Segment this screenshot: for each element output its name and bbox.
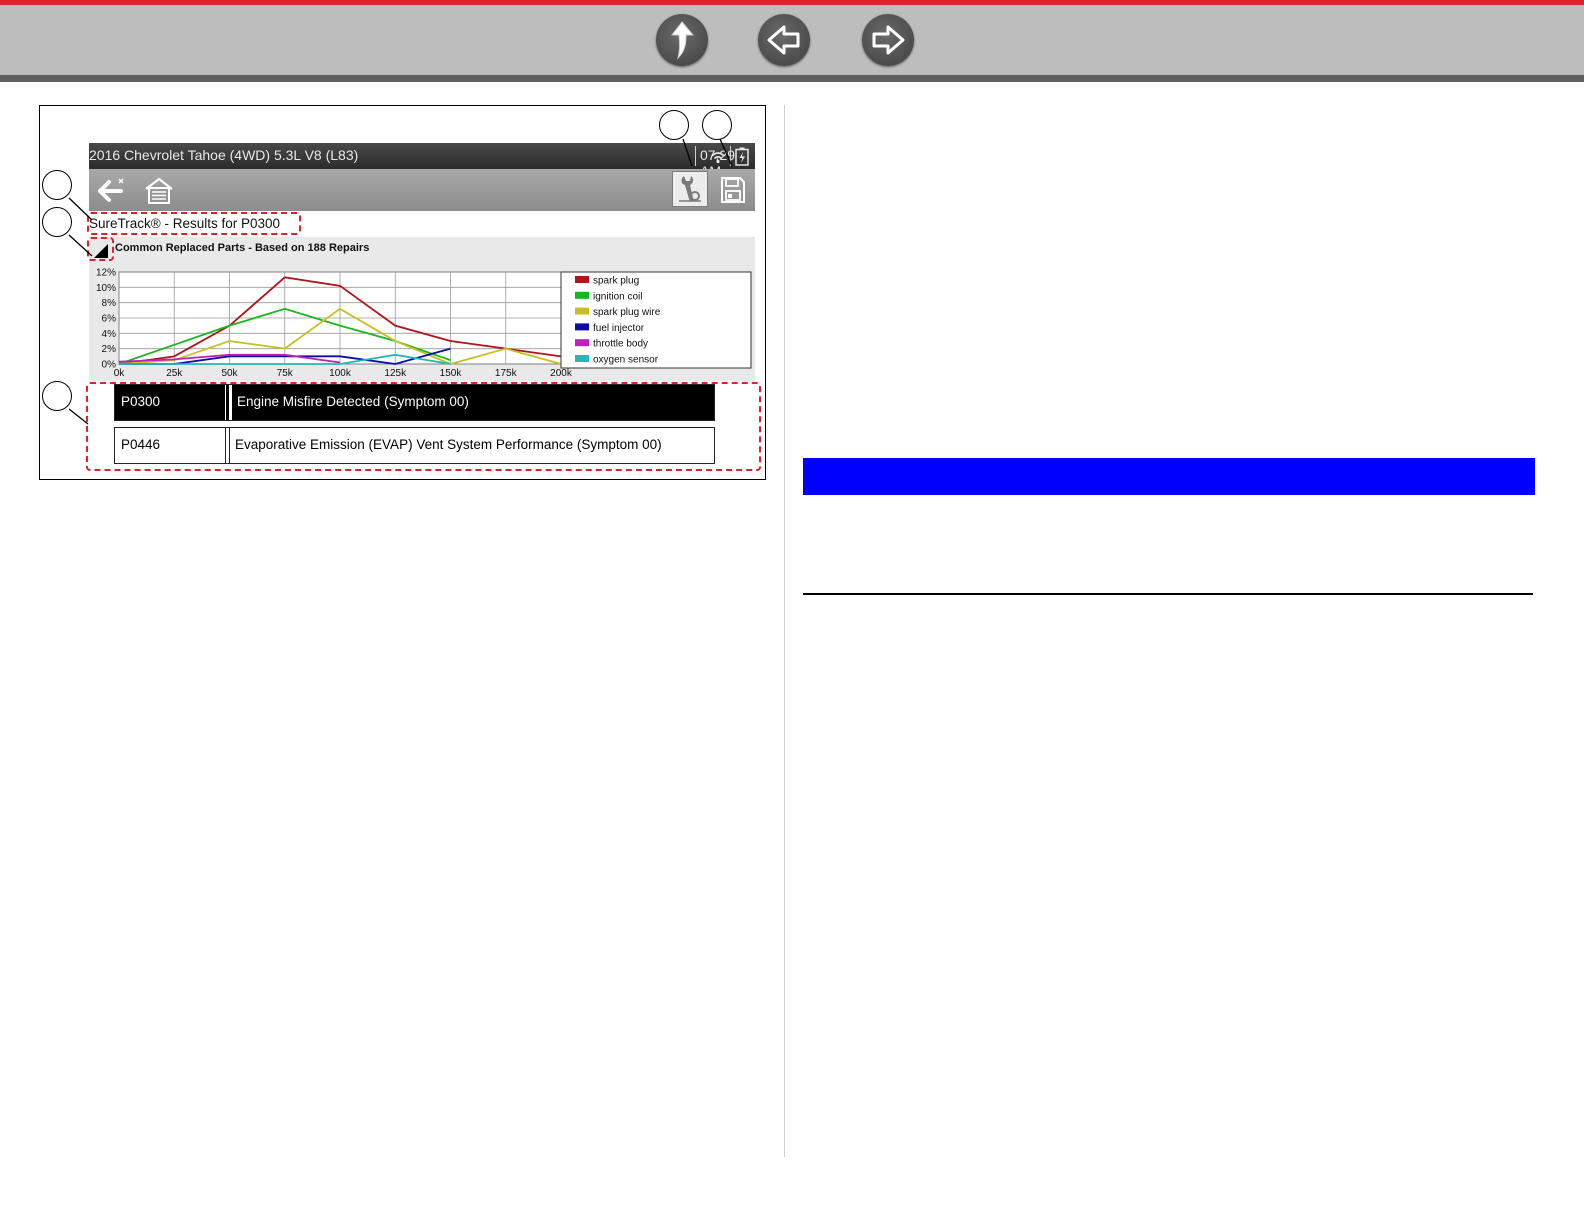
forward-button[interactable]	[862, 14, 914, 66]
column-divider	[784, 105, 785, 1157]
section-header-bar	[803, 458, 1535, 495]
callout-circle	[702, 110, 732, 140]
callout-circle	[659, 110, 689, 140]
back-button[interactable]	[758, 14, 810, 66]
up-button[interactable]	[656, 14, 708, 66]
callout-circle	[42, 381, 72, 411]
screenshot-figure: 2016 Chevrolet Tahoe (4WD) 5.3L V8 (L83)…	[39, 105, 766, 480]
callout-circle	[42, 207, 72, 237]
right-arrow-icon	[872, 25, 905, 55]
left-arrow-icon	[767, 25, 800, 55]
up-arrow-icon	[670, 21, 695, 60]
top-shadow-line	[0, 75, 1584, 82]
callout-circle	[42, 170, 72, 200]
horizontal-rule	[803, 593, 1533, 595]
callout-leaders	[68, 138, 733, 425]
top-accent-line	[0, 0, 1584, 5]
top-navigation-bar	[0, 0, 1584, 82]
